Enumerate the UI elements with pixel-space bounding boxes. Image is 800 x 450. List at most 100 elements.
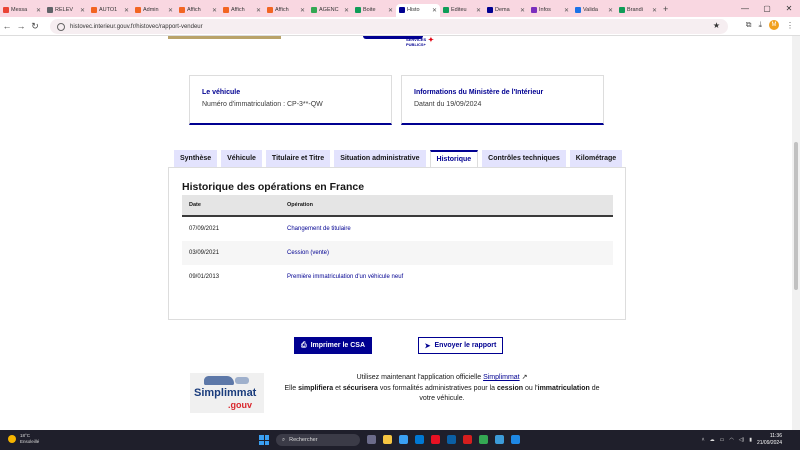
- tab-titulaire-et-titre[interactable]: Titulaire et Titre: [265, 150, 331, 167]
- windows-start-icon[interactable]: [259, 435, 269, 445]
- menu-icon[interactable]: ⋮: [786, 21, 794, 30]
- operation-date: 03/09/2021: [189, 250, 220, 256]
- maximize-icon[interactable]: ▢: [756, 0, 778, 17]
- chrome-icon[interactable]: [479, 435, 488, 444]
- browser-tab[interactable]: Brandi ✕: [616, 4, 660, 17]
- outlook-icon[interactable]: [511, 435, 520, 444]
- task-view-icon[interactable]: [367, 435, 376, 444]
- registration-number: Numéro d'immatriculation : CP-3**-QW: [202, 101, 323, 108]
- browser-tab-label: RELEV: [55, 7, 74, 13]
- teams-icon[interactable]: [447, 435, 456, 444]
- history-table: Date Opération 07/09/2021 Changement de t…: [182, 195, 613, 289]
- tab-véhicule[interactable]: Véhicule: [221, 150, 262, 167]
- close-tab-icon[interactable]: ✕: [520, 7, 525, 14]
- close-tab-icon[interactable]: ✕: [80, 7, 85, 14]
- acrobat-icon[interactable]: [431, 435, 440, 444]
- chevron-up-icon[interactable]: ˄: [702, 437, 705, 443]
- download-icon[interactable]: ⤓: [758, 20, 762, 30]
- tab-situation-administrative[interactable]: Situation administrative: [334, 150, 426, 167]
- taskbar-apps: [367, 435, 520, 444]
- extensions-icon[interactable]: ⧉: [746, 20, 752, 30]
- browser-tab-label: Boite: [363, 7, 376, 13]
- browser-tab[interactable]: Affich ✕: [264, 4, 308, 17]
- browser-tab[interactable]: Affich ✕: [220, 4, 264, 17]
- cloud-icon[interactable]: ☁: [710, 437, 715, 443]
- close-tab-icon[interactable]: ✕: [168, 7, 173, 14]
- browser-tab[interactable]: Editeu ✕: [440, 4, 484, 17]
- profile-avatar[interactable]: M: [769, 20, 779, 30]
- site-info-icon[interactable]: [57, 22, 65, 31]
- auto1-icon: [91, 7, 97, 13]
- page-scrollbar[interactable]: [792, 36, 800, 430]
- close-tab-icon[interactable]: ✕: [388, 7, 393, 14]
- close-tab-icon[interactable]: ✕: [652, 7, 657, 14]
- wifi-icon[interactable]: ◠: [729, 437, 733, 443]
- print-csa-button[interactable]: ⎙ Imprimer le CSA: [294, 337, 372, 354]
- edge-icon[interactable]: [399, 435, 408, 444]
- browser-tab[interactable]: Infos ✕: [528, 4, 572, 17]
- close-icon[interactable]: ✕: [778, 0, 800, 17]
- browser-tab-label: Histo: [407, 7, 420, 13]
- close-tab-icon[interactable]: ✕: [564, 7, 569, 14]
- browser-tab[interactable]: Boite ✕: [352, 4, 396, 17]
- browser-tab[interactable]: AGENC ✕: [308, 4, 352, 17]
- browser-tab-label: AGENC: [319, 7, 339, 13]
- column-header-operation: Opération: [287, 202, 313, 208]
- display-icon[interactable]: ▭: [720, 437, 725, 443]
- taskbar-search[interactable]: ⌕ Rechercher: [276, 434, 360, 446]
- browser-tab[interactable]: Histo ✕: [396, 3, 440, 17]
- close-tab-icon[interactable]: ✕: [476, 7, 481, 14]
- new-tab-button[interactable]: +: [663, 4, 668, 14]
- address-bar[interactable]: histovec.interieur.gouv.fr/histovec/rapp…: [50, 19, 728, 34]
- close-tab-icon[interactable]: ✕: [212, 7, 217, 14]
- battery-icon[interactable]: ▮: [749, 437, 752, 443]
- scrollbar-thumb[interactable]: [794, 142, 798, 290]
- app-icon[interactable]: [495, 435, 504, 444]
- france-flag-icon: [399, 7, 405, 13]
- close-tab-icon[interactable]: ✕: [256, 7, 261, 14]
- tab-historique[interactable]: Historique: [429, 150, 479, 167]
- tab-synthèse[interactable]: Synthèse: [174, 150, 218, 167]
- browser-tab[interactable]: Affich ✕: [176, 4, 220, 17]
- close-tab-icon[interactable]: ✕: [36, 7, 41, 14]
- close-tab-icon[interactable]: ✕: [608, 7, 613, 14]
- simplimmat-link[interactable]: Simplimmat: [483, 374, 520, 381]
- close-tab-icon[interactable]: ✕: [432, 7, 437, 14]
- globe-icon: [47, 7, 53, 13]
- browser-tab[interactable]: Valida ✕: [572, 4, 616, 17]
- auto1-icon: [223, 7, 229, 13]
- close-tab-icon[interactable]: ✕: [124, 7, 129, 14]
- back-icon[interactable]: ←: [0, 21, 14, 31]
- simplimmat-logo[interactable]: Simplimmat .gouv: [190, 373, 264, 413]
- browser-tab[interactable]: Admin ✕: [132, 4, 176, 17]
- table-header: Date Opération: [182, 195, 613, 217]
- close-tab-icon[interactable]: ✕: [300, 7, 305, 14]
- volume-icon[interactable]: ◁): [739, 437, 745, 443]
- minimize-icon[interactable]: —: [734, 0, 756, 17]
- weather-widget[interactable]: 18°C Ensoleillé: [8, 433, 39, 445]
- calendar-icon: [575, 7, 581, 13]
- forward-icon[interactable]: →: [14, 21, 28, 31]
- bookmark-star-icon[interactable]: ★: [713, 21, 720, 30]
- sheets-icon: [355, 7, 361, 13]
- close-tab-icon[interactable]: ✕: [344, 7, 349, 14]
- clock[interactable]: 11:36 21/09/2024: [757, 433, 782, 446]
- browser-tab[interactable]: AUTO1 ✕: [88, 4, 132, 17]
- store-icon[interactable]: [415, 435, 424, 444]
- search-icon: ⌕: [282, 436, 286, 443]
- auto1-icon: [267, 7, 273, 13]
- reload-icon[interactable]: ↻: [28, 21, 42, 32]
- browser-tab[interactable]: RELEV ✕: [44, 4, 88, 17]
- opera-icon[interactable]: [463, 435, 472, 444]
- file-explorer-icon[interactable]: [383, 435, 392, 444]
- toolbar-actions: ⧉ ⤓ M ⋮: [746, 20, 794, 30]
- table-row: 07/09/2021 Changement de titulaire: [182, 217, 613, 241]
- external-link-icon: ↗: [519, 374, 528, 381]
- tab-contrôles-techniques[interactable]: Contrôles techniques: [482, 150, 566, 167]
- table-row: 03/09/2021 Cession (vente): [182, 241, 613, 265]
- tab-kilométrage[interactable]: Kilométrage: [569, 150, 623, 167]
- send-report-button[interactable]: ➤ Envoyer le rapport: [418, 337, 503, 354]
- browser-tab[interactable]: Messa ✕: [0, 4, 44, 17]
- browser-tab[interactable]: Dema ✕: [484, 4, 528, 17]
- printer-icon: ⎙: [300, 341, 307, 349]
